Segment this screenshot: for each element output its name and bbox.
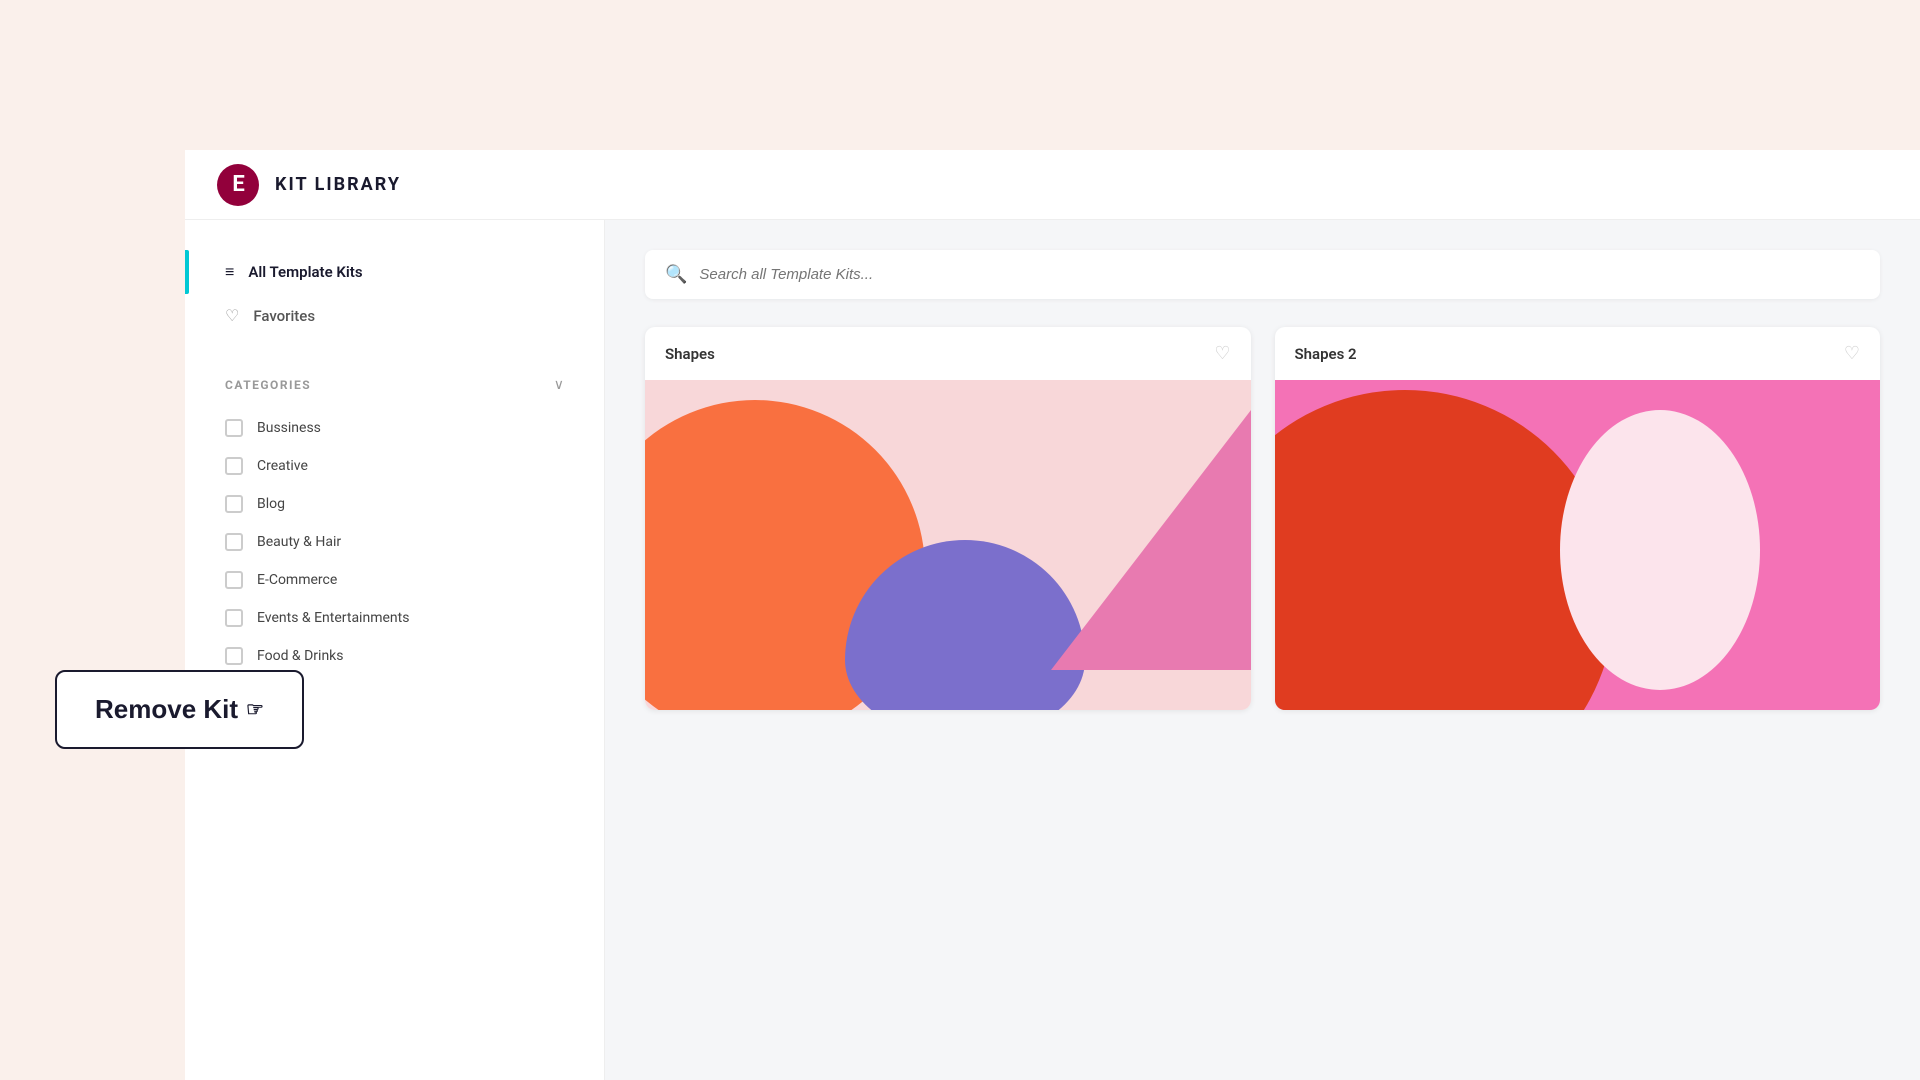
pink-triangle bbox=[1051, 410, 1251, 670]
kits-grid: Shapes ♡ Shapes 2 ♡ bbox=[645, 327, 1880, 710]
kit-card-header: Shapes 2 ♡ bbox=[1275, 327, 1881, 380]
checkbox-blog[interactable] bbox=[225, 495, 243, 513]
category-label: Food & Drinks bbox=[257, 648, 344, 664]
category-item-creative[interactable]: Creative bbox=[185, 447, 604, 485]
category-label: Blog bbox=[257, 496, 285, 512]
chevron-down-icon: ∨ bbox=[554, 377, 564, 393]
remove-kit-button[interactable]: Remove Kit ☞ bbox=[55, 670, 304, 749]
category-item-beauty-hair[interactable]: Beauty & Hair bbox=[185, 523, 604, 561]
shapes-1-visual bbox=[645, 380, 1251, 710]
kit-card-shapes-1: Shapes ♡ bbox=[645, 327, 1251, 710]
content-area: 🔍 Shapes ♡ bbox=[605, 220, 1920, 1080]
sidebar-item-favorites[interactable]: ♡ Favorites bbox=[185, 294, 604, 337]
category-item-business[interactable]: Bussiness bbox=[185, 409, 604, 447]
favorite-icon-shapes-1[interactable]: ♡ bbox=[1214, 343, 1230, 364]
sidebar: ≡ All Template Kits ♡ Favorites CATEGORI… bbox=[185, 220, 605, 1080]
page-title: KIT LIBRARY bbox=[275, 174, 401, 195]
category-item-ecommerce[interactable]: E-Commerce bbox=[185, 561, 604, 599]
shapes-2-visual bbox=[1275, 380, 1881, 710]
cursor-icon: ☞ bbox=[246, 697, 264, 722]
category-label: Bussiness bbox=[257, 420, 321, 436]
kit-thumbnail-shapes-2 bbox=[1275, 380, 1881, 710]
kit-thumbnail-shapes-1 bbox=[645, 380, 1251, 710]
categories-header[interactable]: CATEGORIES ∨ bbox=[185, 347, 604, 409]
checkbox-creative[interactable] bbox=[225, 457, 243, 475]
main-container: E KIT LIBRARY ≡ All Template Kits ♡ Favo… bbox=[185, 150, 1920, 1080]
categories-label: CATEGORIES bbox=[225, 378, 311, 392]
kit-card-header: Shapes ♡ bbox=[645, 327, 1251, 380]
kit-card-title: Shapes bbox=[665, 345, 715, 363]
white-oval bbox=[1560, 410, 1760, 690]
search-bar[interactable]: 🔍 bbox=[645, 250, 1880, 299]
kit-card-shapes-2: Shapes 2 ♡ bbox=[1275, 327, 1881, 710]
checkbox-food-drinks[interactable] bbox=[225, 647, 243, 665]
category-label: Beauty & Hair bbox=[257, 534, 341, 550]
checkbox-business[interactable] bbox=[225, 419, 243, 437]
elementor-logo: E bbox=[217, 164, 259, 206]
body-layout: ≡ All Template Kits ♡ Favorites CATEGORI… bbox=[185, 220, 1920, 1080]
category-label: E-Commerce bbox=[257, 572, 337, 588]
header: E KIT LIBRARY bbox=[185, 150, 1920, 220]
sidebar-item-all-template-kits[interactable]: ≡ All Template Kits bbox=[185, 250, 604, 294]
checkbox-events[interactable] bbox=[225, 609, 243, 627]
category-item-blog[interactable]: Blog bbox=[185, 485, 604, 523]
checkbox-beauty-hair[interactable] bbox=[225, 533, 243, 551]
category-label: Creative bbox=[257, 458, 308, 474]
category-item-events[interactable]: Events & Entertainments bbox=[185, 599, 604, 637]
remove-kit-label: Remove Kit bbox=[95, 694, 238, 725]
sidebar-item-label: Favorites bbox=[253, 307, 315, 325]
logo-letter: E bbox=[232, 172, 243, 197]
favorite-icon-shapes-2[interactable]: ♡ bbox=[1844, 343, 1860, 364]
filter-icon: ≡ bbox=[225, 262, 234, 282]
kit-card-title: Shapes 2 bbox=[1295, 345, 1357, 363]
heart-outline-icon: ♡ bbox=[225, 306, 239, 325]
category-label: Events & Entertainments bbox=[257, 610, 409, 626]
checkbox-ecommerce[interactable] bbox=[225, 571, 243, 589]
search-input[interactable] bbox=[699, 266, 1860, 283]
search-icon: 🔍 bbox=[665, 264, 687, 285]
sidebar-item-label: All Template Kits bbox=[248, 263, 362, 281]
